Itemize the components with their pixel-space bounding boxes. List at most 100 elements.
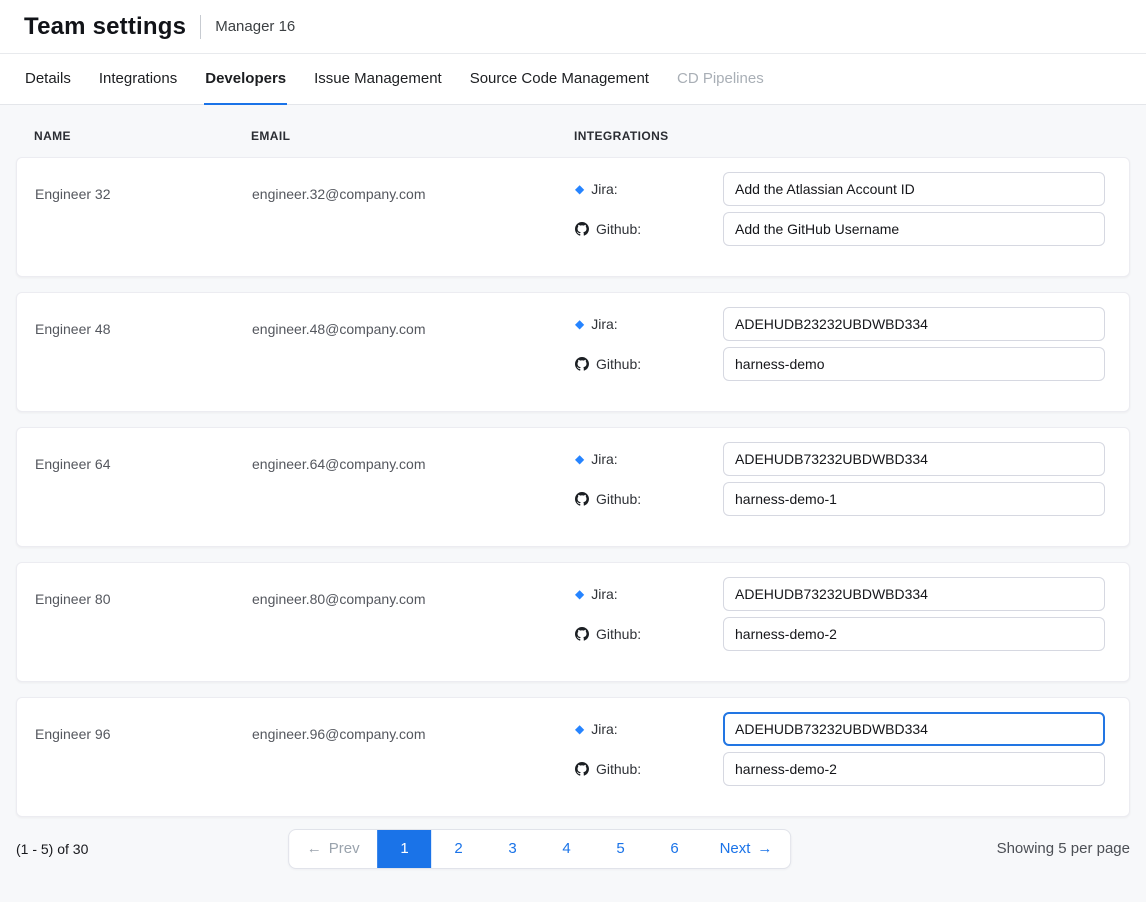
next-button[interactable]: Next → xyxy=(702,830,791,868)
developer-name: Engineer 32 xyxy=(35,172,252,262)
page-title: Team settings xyxy=(24,13,186,41)
jira-label: ◆ Jira: xyxy=(575,451,723,467)
github-label: Github: xyxy=(575,761,723,777)
jira-icon: ◆ xyxy=(575,318,584,330)
tab-details[interactable]: Details xyxy=(24,54,72,105)
integrations-cell: ◆ Jira: Github: xyxy=(575,172,1105,262)
jira-account-input[interactable] xyxy=(723,442,1105,476)
jira-integration-row: ◆ Jira: xyxy=(575,577,1105,611)
jira-label: ◆ Jira: xyxy=(575,721,723,737)
column-header-name: Name xyxy=(34,129,251,143)
developer-row: Engineer 32 engineer.32@company.com ◆ Ji… xyxy=(16,157,1130,277)
tab-bar: Details Integrations Developers Issue Ma… xyxy=(0,54,1146,105)
github-username-input[interactable] xyxy=(723,752,1105,786)
github-label-text: Github: xyxy=(596,356,641,372)
pagination-bar: (1 - 5) of 30 ← Prev 1 2 3 4 5 6 Next → … xyxy=(16,832,1130,881)
column-header-email: Email xyxy=(251,129,574,143)
jira-account-input[interactable] xyxy=(723,577,1105,611)
integrations-cell: ◆ Jira: Github: xyxy=(575,577,1105,667)
github-icon xyxy=(575,357,589,371)
page-button-1[interactable]: 1 xyxy=(378,830,432,868)
developer-row: Engineer 64 engineer.64@company.com ◆ Ji… xyxy=(16,427,1130,547)
github-label: Github: xyxy=(575,221,723,237)
github-username-input[interactable] xyxy=(723,212,1105,246)
integrations-cell: ◆ Jira: Github: xyxy=(575,442,1105,532)
tab-integrations[interactable]: Integrations xyxy=(98,54,178,105)
jira-integration-row: ◆ Jira: xyxy=(575,712,1105,746)
next-label: Next xyxy=(720,840,751,857)
tab-source-code-management[interactable]: Source Code Management xyxy=(469,54,650,105)
per-page-label: Showing 5 per page xyxy=(997,840,1130,857)
github-label-text: Github: xyxy=(596,761,641,777)
tab-cd-pipelines: CD Pipelines xyxy=(676,54,765,105)
developer-row: Engineer 48 engineer.48@company.com ◆ Ji… xyxy=(16,292,1130,412)
column-headers: Name Email Integrations xyxy=(16,105,1130,157)
github-integration-row: Github: xyxy=(575,617,1105,651)
developer-name: Engineer 80 xyxy=(35,577,252,667)
developer-row: Engineer 96 engineer.96@company.com ◆ Ji… xyxy=(16,697,1130,817)
prev-button[interactable]: ← Prev xyxy=(289,830,378,868)
jira-integration-row: ◆ Jira: xyxy=(575,172,1105,206)
page-button-3[interactable]: 3 xyxy=(486,830,540,868)
developer-email: engineer.32@company.com xyxy=(252,172,575,262)
left-arrow-icon: ← xyxy=(307,840,322,857)
pagination-summary: (1 - 5) of 30 xyxy=(16,841,88,857)
page-header: Team settings Manager 16 xyxy=(0,0,1146,54)
tab-developers[interactable]: Developers xyxy=(204,54,287,105)
github-icon xyxy=(575,492,589,506)
jira-icon: ◆ xyxy=(575,183,584,195)
developer-name: Engineer 64 xyxy=(35,442,252,532)
jira-label: ◆ Jira: xyxy=(575,586,723,602)
integrations-cell: ◆ Jira: Github: xyxy=(575,307,1105,397)
jira-icon: ◆ xyxy=(575,723,584,735)
page-button-4[interactable]: 4 xyxy=(540,830,594,868)
jira-label-text: Jira: xyxy=(591,181,617,197)
prev-label: Prev xyxy=(329,840,360,857)
developer-email: engineer.96@company.com xyxy=(252,712,575,802)
github-username-input[interactable] xyxy=(723,482,1105,516)
jira-icon: ◆ xyxy=(575,453,584,465)
jira-label: ◆ Jira: xyxy=(575,316,723,332)
github-label-text: Github: xyxy=(596,626,641,642)
page-button-2[interactable]: 2 xyxy=(432,830,486,868)
developer-name: Engineer 48 xyxy=(35,307,252,397)
github-integration-row: Github: xyxy=(575,212,1105,246)
page-subtitle: Manager 16 xyxy=(200,15,295,39)
github-username-input[interactable] xyxy=(723,347,1105,381)
jira-integration-row: ◆ Jira: xyxy=(575,307,1105,341)
developer-row: Engineer 80 engineer.80@company.com ◆ Ji… xyxy=(16,562,1130,682)
github-icon xyxy=(575,627,589,641)
developer-email: engineer.48@company.com xyxy=(252,307,575,397)
jira-account-input[interactable] xyxy=(723,712,1105,746)
jira-label: ◆ Jira: xyxy=(575,181,723,197)
github-icon xyxy=(575,222,589,236)
column-header-integrations: Integrations xyxy=(574,129,1106,143)
github-label: Github: xyxy=(575,491,723,507)
right-arrow-icon: → xyxy=(757,840,772,857)
developer-email: engineer.64@company.com xyxy=(252,442,575,532)
jira-label-text: Jira: xyxy=(591,586,617,602)
jira-account-input[interactable] xyxy=(723,172,1105,206)
jira-integration-row: ◆ Jira: xyxy=(575,442,1105,476)
github-label: Github: xyxy=(575,626,723,642)
github-integration-row: Github: xyxy=(575,752,1105,786)
github-label: Github: xyxy=(575,356,723,372)
jira-icon: ◆ xyxy=(575,588,584,600)
github-username-input[interactable] xyxy=(723,617,1105,651)
github-integration-row: Github: xyxy=(575,482,1105,516)
developers-panel: Name Email Integrations Engineer 32 engi… xyxy=(0,105,1146,881)
jira-account-input[interactable] xyxy=(723,307,1105,341)
jira-label-text: Jira: xyxy=(591,316,617,332)
tab-issue-management[interactable]: Issue Management xyxy=(313,54,443,105)
page-button-5[interactable]: 5 xyxy=(594,830,648,868)
github-icon xyxy=(575,762,589,776)
github-label-text: Github: xyxy=(596,491,641,507)
jira-label-text: Jira: xyxy=(591,721,617,737)
developer-name: Engineer 96 xyxy=(35,712,252,802)
pager-control: ← Prev 1 2 3 4 5 6 Next → xyxy=(288,829,792,869)
integrations-cell: ◆ Jira: Github: xyxy=(575,712,1105,802)
page-button-6[interactable]: 6 xyxy=(648,830,702,868)
github-label-text: Github: xyxy=(596,221,641,237)
developer-email: engineer.80@company.com xyxy=(252,577,575,667)
github-integration-row: Github: xyxy=(575,347,1105,381)
